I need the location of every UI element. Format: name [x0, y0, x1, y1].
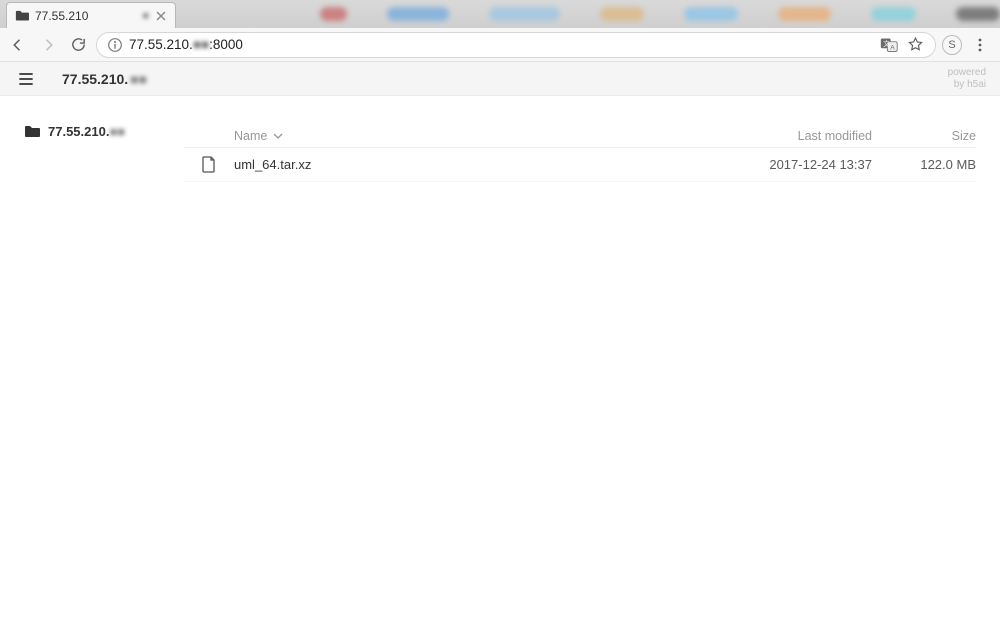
header-size[interactable]: Size	[886, 129, 976, 143]
url-suffix: :8000	[209, 37, 243, 52]
folder-icon	[24, 125, 40, 138]
tab-title-redacted: ■	[142, 10, 149, 22]
address-url: 77.55.210.■■:8000	[129, 33, 873, 57]
powered-line2: by h5ai	[948, 79, 986, 91]
tab-title: 77.55.210	[35, 9, 136, 23]
tree-root-redacted: ■■	[109, 124, 125, 139]
header-name-label: Name	[234, 129, 267, 143]
address-bar[interactable]: 77.55.210.■■:8000 文A	[96, 32, 936, 58]
browser-tab[interactable]: 77.55.210 ■	[6, 2, 176, 28]
app-top-bar: 77.55.210.■■ powered by h5ai	[0, 62, 1000, 96]
browser-right-icons: S	[942, 35, 994, 55]
profile-badge[interactable]: S	[942, 35, 962, 55]
sort-chevron-down-icon	[273, 131, 283, 141]
site-info-icon[interactable]	[107, 37, 123, 53]
file-name: uml_64.tar.xz	[234, 157, 726, 172]
url-prefix: 77.55.210.	[129, 37, 193, 52]
header-size-label: Size	[952, 129, 976, 143]
nav-back-button[interactable]	[6, 33, 30, 57]
browser-nav-bar: 77.55.210.■■:8000 文A S	[0, 28, 1000, 62]
powered-by: powered by h5ai	[948, 67, 986, 91]
tab-favicon-folder-icon	[15, 9, 29, 23]
url-redacted: ■■	[193, 37, 209, 52]
file-size: 122.0 MB	[886, 157, 976, 172]
profile-letter: S	[948, 39, 955, 51]
file-icon	[184, 156, 234, 173]
header-last-modified[interactable]: Last modified	[726, 129, 886, 143]
tab-close-icon[interactable]	[155, 10, 167, 22]
content-area: 77.55.210.■■ Name Last modified Size uml…	[0, 96, 1000, 182]
bookmark-star-icon[interactable]	[905, 35, 925, 55]
breadcrumb-prefix: 77.55.210.	[62, 71, 128, 87]
header-modified-label: Last modified	[798, 129, 872, 143]
file-modified: 2017-12-24 13:37	[726, 157, 886, 172]
breadcrumb-redacted: ■■	[130, 71, 147, 87]
header-name[interactable]: Name	[234, 129, 726, 143]
sidebar-toggle-button[interactable]	[14, 67, 38, 91]
file-rows: uml_64.tar.xz2017-12-24 13:37122.0 MB	[184, 148, 976, 182]
tree-root-item[interactable]: 77.55.210.■■	[24, 124, 174, 139]
nav-reload-button[interactable]	[66, 33, 90, 57]
browser-menu-icon[interactable]	[970, 35, 990, 55]
translate-icon[interactable]: 文A	[879, 35, 899, 55]
tab-strip-blurred-background	[180, 0, 1000, 28]
tree-root-prefix: 77.55.210.	[48, 124, 109, 139]
svg-text:文: 文	[883, 38, 890, 47]
powered-line1: powered	[948, 67, 986, 79]
file-list-panel: Name Last modified Size uml_64.tar.xz201…	[184, 124, 976, 182]
list-item[interactable]: uml_64.tar.xz2017-12-24 13:37122.0 MB	[184, 148, 976, 182]
tree-panel: 77.55.210.■■	[24, 124, 184, 182]
breadcrumb[interactable]: 77.55.210.■■	[62, 71, 147, 87]
h5ai-app: 77.55.210.■■ powered by h5ai 77.55.210.■…	[0, 62, 1000, 182]
nav-forward-button[interactable]	[36, 33, 60, 57]
list-header: Name Last modified Size	[184, 124, 976, 148]
browser-tab-strip: 77.55.210 ■	[0, 0, 1000, 28]
svg-text:A: A	[890, 44, 895, 51]
